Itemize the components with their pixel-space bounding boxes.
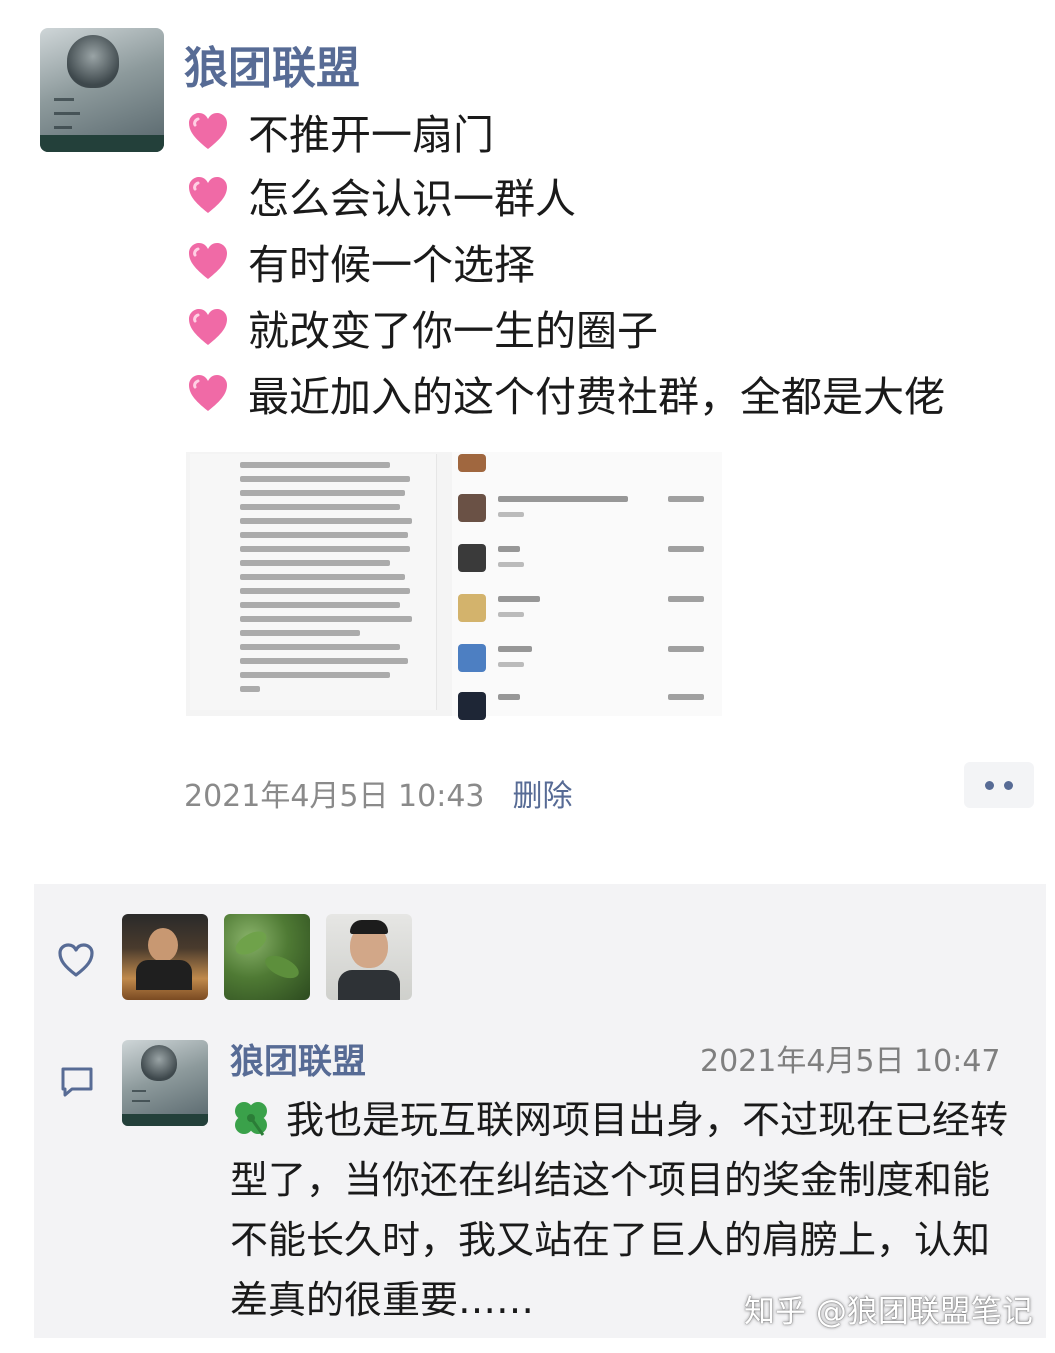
- comment-author-name[interactable]: 狼团联盟: [230, 1034, 366, 1083]
- pink-heart-icon: [186, 371, 230, 415]
- liker-avatar-1[interactable]: [122, 914, 208, 1000]
- liker-avatar-3[interactable]: [326, 914, 412, 1000]
- post-line-2: 怎么会认识一群人: [186, 164, 576, 226]
- post-line-text: 最近加入的这个付费社群，全都是大佬: [248, 373, 945, 421]
- comment-timestamp: 2021年4月5日 10:47: [700, 1044, 1001, 1079]
- post-line-text: 怎么会认识一群人: [248, 175, 576, 223]
- comment-author-avatar[interactable]: [122, 1040, 208, 1126]
- post-line-4: 就改变了你一生的圈子: [186, 296, 658, 358]
- zhihu-watermark: 知乎 @狼团联盟笔记: [744, 1294, 1033, 1330]
- post-line-5: 最近加入的这个付费社群，全都是大佬: [186, 362, 945, 424]
- post-image-2[interactable]: [452, 452, 722, 720]
- heart-outline-icon: [58, 943, 94, 977]
- liker-avatar-2[interactable]: [224, 914, 310, 1000]
- more-dots-icon[interactable]: [964, 762, 1034, 808]
- post-timestamp: 2021年4月5日 10:43: [184, 779, 485, 814]
- post-image-1[interactable]: [190, 454, 437, 710]
- post-line-3: 有时候一个选择: [186, 230, 535, 292]
- wolf-illustration: [67, 35, 120, 88]
- post-line-text: 有时候一个选择: [248, 241, 535, 289]
- post-line-text: 不推开一扇门: [248, 111, 494, 159]
- clover-icon: [235, 1102, 267, 1136]
- post-meta: 2021年4月5日 10:43 删除: [184, 770, 573, 816]
- author-avatar[interactable]: [40, 28, 164, 152]
- post-author-name[interactable]: 狼团联盟: [184, 32, 360, 96]
- pink-heart-icon: [186, 109, 230, 153]
- post-line-1: 不推开一扇门: [186, 100, 494, 162]
- post-line-text: 就改变了你一生的圈子: [248, 307, 658, 355]
- wolf-illustration: [140, 1045, 178, 1082]
- delete-link[interactable]: 删除: [513, 771, 573, 815]
- pink-heart-icon: [186, 239, 230, 283]
- comment-bubble-icon: [61, 1067, 93, 1097]
- pink-heart-icon: [186, 305, 230, 349]
- post-image-thumbnails[interactable]: [186, 452, 722, 720]
- pink-heart-icon: [186, 173, 230, 217]
